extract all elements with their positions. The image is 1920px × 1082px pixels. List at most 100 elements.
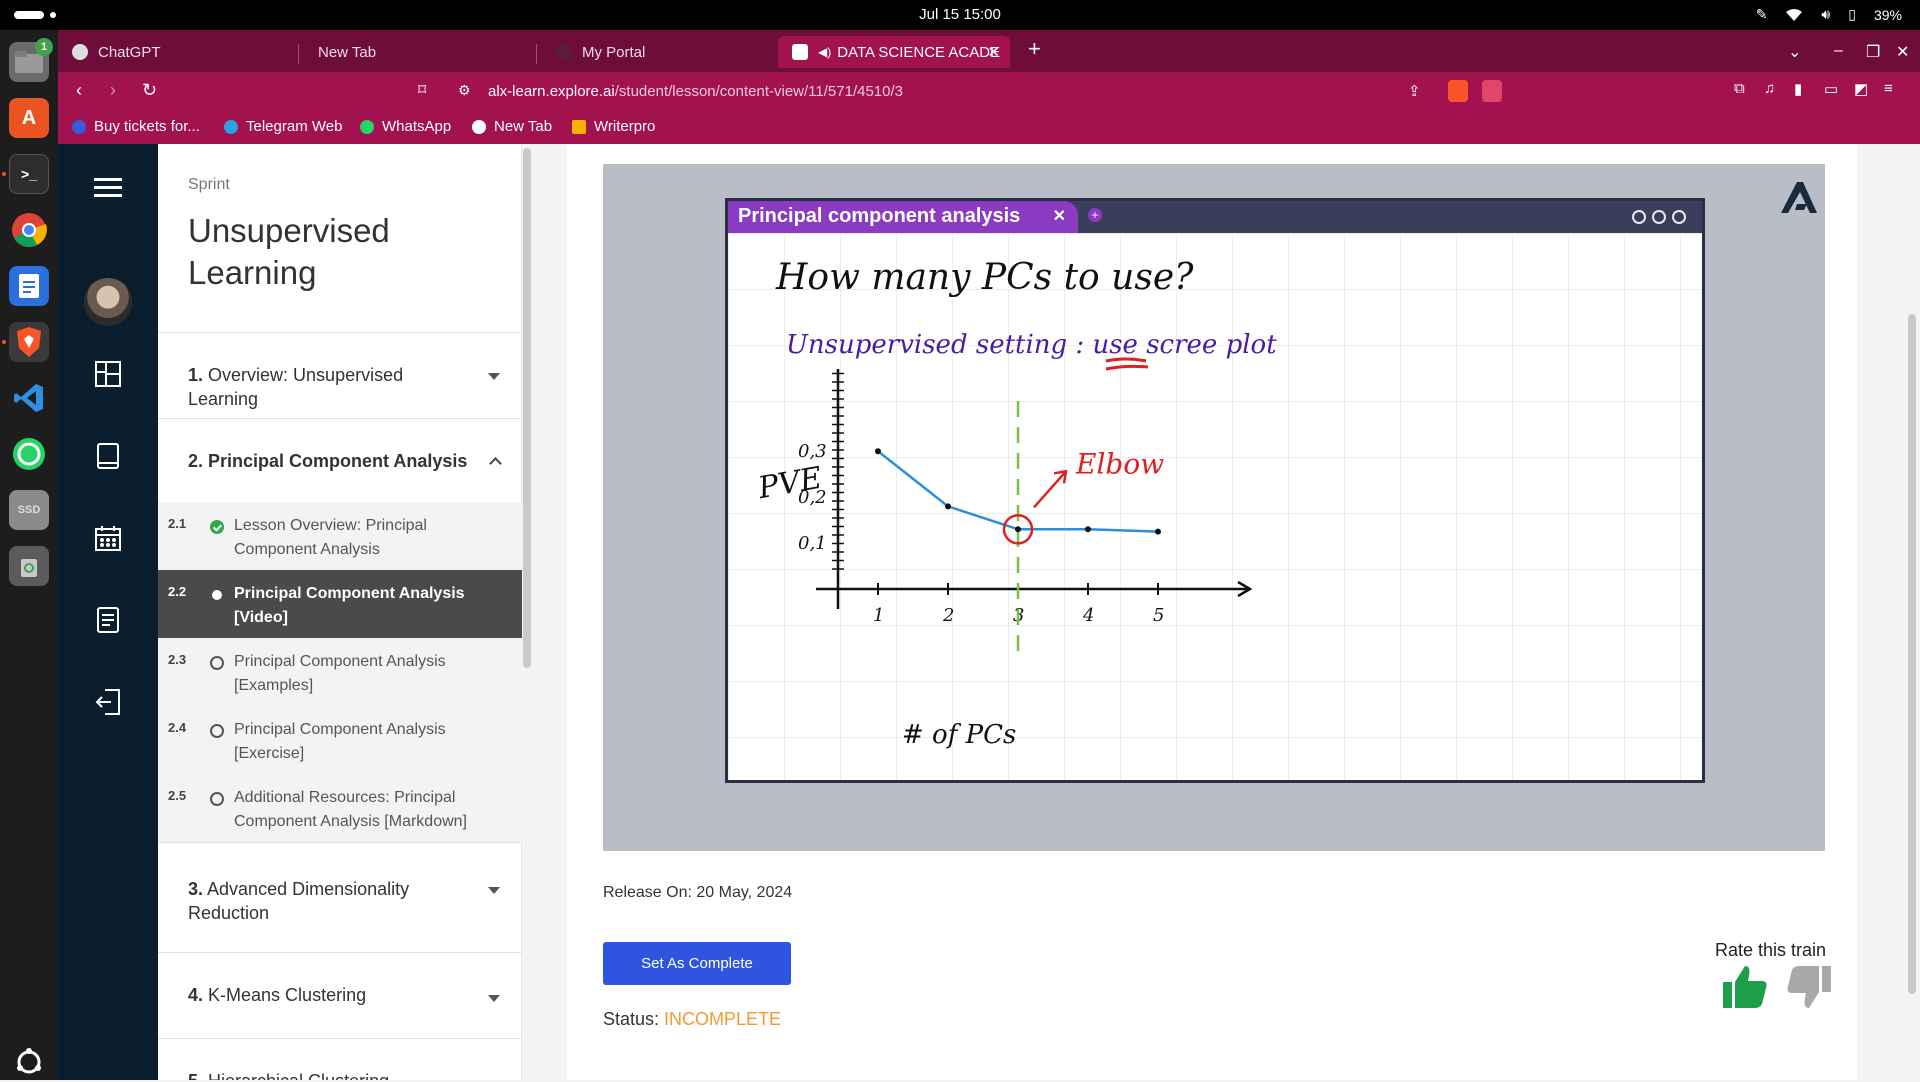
reload-button[interactable]: ↻ xyxy=(142,80,157,101)
whatsapp-icon[interactable] xyxy=(9,434,49,474)
system-clock[interactable]: Jul 15 15:00 xyxy=(0,6,1920,23)
logout-icon[interactable] xyxy=(92,686,124,718)
files-badge: 1 xyxy=(35,38,53,56)
bookmark-icon[interactable]: ⌑ xyxy=(418,80,426,100)
x-tick-label: 4 xyxy=(1082,605,1094,626)
tab-label: My Portal xyxy=(582,43,646,61)
pen-icon: ✎ xyxy=(1755,6,1768,22)
tab-list-chevron-icon[interactable]: ⌄ xyxy=(1788,42,1801,62)
book-icon[interactable] xyxy=(92,440,124,472)
page-scrollbar[interactable] xyxy=(1908,314,1916,994)
data-point xyxy=(1155,528,1161,535)
running-indicator xyxy=(2,172,6,176)
lesson-title: Lesson Overview: Principal Component Ana… xyxy=(234,517,427,558)
bookmark-whatsapp[interactable]: WhatsApp xyxy=(360,118,451,135)
lesson-item-current[interactable]: 2.2 Principal Component Analysis [Video] xyxy=(158,570,522,638)
vpn-icon[interactable]: ◩ xyxy=(1854,80,1868,98)
section-hierarchical-clustering[interactable]: 5. Hierarchical Clustering xyxy=(158,1038,522,1080)
chevron-up-icon[interactable] xyxy=(489,457,502,470)
section-advanced-dimensionality-reduction[interactable]: 3. Advanced Dimensionality Reduction xyxy=(158,842,522,952)
docs-icon[interactable] xyxy=(9,266,49,306)
tab-chatgpt[interactable]: ChatGPT xyxy=(58,36,298,68)
new-tab-button[interactable]: + xyxy=(1028,36,1041,62)
user-avatar[interactable] xyxy=(84,278,132,326)
section-k-means-clustering[interactable]: 4. K-Means Clustering xyxy=(158,952,522,1038)
x-tick-label: 2 xyxy=(942,605,954,626)
tab-data-science-academy[interactable]: ◀) DATA SCIENCE ACADE ✕ xyxy=(778,36,1010,68)
hamburger-menu-icon[interactable] xyxy=(92,172,124,204)
sidebar-toggle-icon[interactable]: ▮ xyxy=(1794,80,1802,98)
lesson-item[interactable]: 2.5 Additional Resources: Principal Comp… xyxy=(158,774,522,842)
section-label: Principal Component Analysis xyxy=(208,451,468,471)
lesson-content: Principal component analysis ✕ + How man… xyxy=(567,144,1857,1080)
wallet-icon[interactable]: ▭ xyxy=(1824,80,1838,98)
thumbs-up-icon[interactable] xyxy=(1721,964,1769,1010)
section-principal-component-analysis[interactable]: 2. Principal Component Analysis xyxy=(158,418,522,502)
brave-shields-icon[interactable] xyxy=(1448,80,1468,102)
chevron-down-icon[interactable] xyxy=(488,887,500,894)
set-as-complete-button[interactable]: Set As Complete xyxy=(603,942,791,985)
bookmark-buy-tickets[interactable]: Buy tickets for... xyxy=(72,118,200,135)
window-dot-icon xyxy=(1632,210,1646,224)
tickets-favicon xyxy=(72,119,86,134)
section-overview[interactable]: 1. Overview: Unsupervised Learning xyxy=(158,332,522,418)
bookmark-label: Telegram Web xyxy=(246,118,343,135)
address-bar[interactable]: ⚙ alx-learn.explore.ai/student/lesson/co… xyxy=(448,76,1528,106)
telegram-icon xyxy=(224,119,238,134)
whiteboard-drawing: How many PCs to use? Unsupervised settin… xyxy=(755,257,1277,750)
lesson-item[interactable]: 2.1 Lesson Overview: Principal Component… xyxy=(158,502,522,570)
video-player[interactable]: Principal component analysis ✕ + How man… xyxy=(603,164,1825,851)
forward-button[interactable]: › xyxy=(110,80,116,101)
show-apps-icon[interactable] xyxy=(9,1042,49,1082)
empty-circle-icon xyxy=(210,656,224,670)
section-number: 5. xyxy=(188,1071,203,1080)
portal-favicon xyxy=(556,44,572,60)
ssd-drive-icon[interactable]: SSD xyxy=(9,490,49,530)
system-tray[interactable]: ✎ 🔊︎ ▯ 39% xyxy=(1756,6,1902,23)
calendar-icon[interactable] xyxy=(92,522,124,554)
files-app-icon[interactable]: 1 xyxy=(9,38,53,82)
extensions-icon[interactable]: ⧉ xyxy=(1734,80,1745,97)
brave-browser-icon[interactable] xyxy=(9,322,49,362)
app-center-icon[interactable]: A xyxy=(9,98,49,138)
bookmark-label: Writerpro xyxy=(594,118,656,135)
media-icon[interactable]: ♫ xyxy=(1764,80,1775,97)
tab-new-tab[interactable]: New Tab xyxy=(304,36,542,68)
thumbs-down-icon[interactable] xyxy=(1785,964,1833,1010)
bookmark-writerpro[interactable]: Writerpro xyxy=(572,118,655,135)
close-tab-icon[interactable]: ✕ xyxy=(987,43,1000,61)
trash-icon[interactable] xyxy=(9,546,49,586)
chevron-down-icon[interactable] xyxy=(488,373,500,380)
bookmark-new-tab[interactable]: New Tab xyxy=(472,118,552,135)
browser-toolbar: ‹ › ↻ ⌑ ⚙ alx-learn.explore.ai/student/l… xyxy=(58,72,1920,110)
document-icon[interactable] xyxy=(92,604,124,636)
bookmark-telegram[interactable]: Telegram Web xyxy=(224,118,342,135)
tab-my-portal[interactable]: My Portal xyxy=(542,36,774,68)
back-button[interactable]: ‹ xyxy=(76,80,82,101)
lesson-item[interactable]: 2.4 Principal Component Analysis [Exerci… xyxy=(158,706,522,774)
dashboard-icon[interactable] xyxy=(92,358,124,390)
menu-icon[interactable]: ≡ xyxy=(1884,80,1893,97)
section-label: Advanced Dimensionality Reduction xyxy=(188,879,410,923)
section-number: 1. xyxy=(188,365,204,385)
chatgpt-favicon xyxy=(72,44,88,60)
audio-playing-icon[interactable]: ◀) xyxy=(818,45,831,59)
chrome-icon[interactable] xyxy=(9,210,49,250)
restore-button[interactable]: ❐ xyxy=(1866,42,1880,62)
share-icon[interactable]: ⇪ xyxy=(1408,82,1421,100)
close-window-button[interactable]: ✕ xyxy=(1896,42,1909,62)
brave-rewards-icon[interactable] xyxy=(1482,80,1502,102)
sidebar-scrollbar[interactable] xyxy=(523,148,531,668)
minimize-button[interactable]: – xyxy=(1834,42,1843,60)
chevron-down-icon[interactable] xyxy=(488,995,500,1002)
vscode-icon[interactable] xyxy=(9,378,49,418)
course-sidebar: Sprint Unsupervised Learning 1. Overview… xyxy=(158,144,522,1080)
whiteboard-canvas: How many PCs to use? Unsupervised settin… xyxy=(728,233,1702,780)
site-settings-icon[interactable]: ⚙ xyxy=(458,82,471,99)
empty-circle-icon xyxy=(210,724,224,738)
url-text[interactable]: alx-learn.explore.ai/student/lesson/cont… xyxy=(488,83,903,100)
section-number: 4. xyxy=(188,985,204,1005)
lesson-item[interactable]: 2.3 Principal Component Analysis [Exampl… xyxy=(158,638,522,706)
terminal-icon[interactable]: >_ xyxy=(9,154,49,194)
tab-label: ChatGPT xyxy=(98,43,161,61)
